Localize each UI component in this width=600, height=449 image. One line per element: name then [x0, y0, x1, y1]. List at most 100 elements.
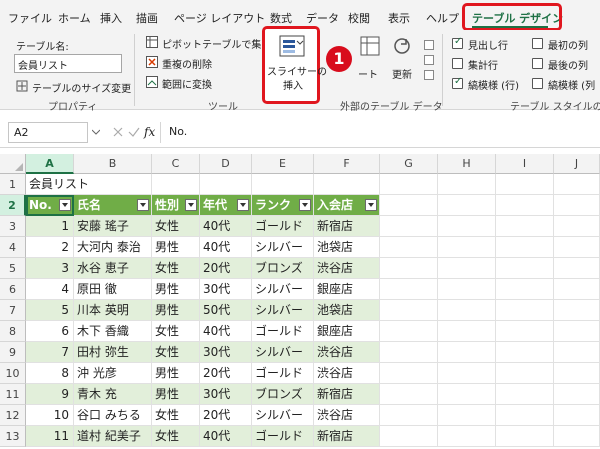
cell[interactable] [438, 237, 496, 258]
cell[interactable] [496, 216, 554, 237]
cell[interactable] [438, 195, 496, 216]
table-cell[interactable]: 水谷 恵子 [74, 258, 152, 279]
cell[interactable] [496, 279, 554, 300]
column-header-b[interactable]: B [74, 154, 152, 174]
table-cell[interactable]: ゴールド [252, 426, 314, 447]
row-header[interactable]: 6 [0, 279, 26, 300]
cell[interactable] [380, 300, 438, 321]
row-header[interactable]: 1 [0, 174, 26, 195]
cell[interactable] [496, 174, 554, 195]
cell[interactable] [438, 279, 496, 300]
row-header[interactable]: 7 [0, 300, 26, 321]
table-cell[interactable]: 男性 [152, 300, 200, 321]
table-cell[interactable]: 女性 [152, 321, 200, 342]
tab-view[interactable]: 表示 [388, 10, 410, 26]
table-cell[interactable]: 川本 英明 [74, 300, 152, 321]
filter-dropdown-icon[interactable] [185, 199, 197, 211]
cell[interactable] [554, 237, 600, 258]
tab-draw[interactable]: 描画 [136, 10, 158, 26]
row-header[interactable]: 3 [0, 216, 26, 237]
cell[interactable] [380, 258, 438, 279]
cell[interactable] [200, 174, 252, 195]
cell[interactable] [496, 300, 554, 321]
cell[interactable] [554, 405, 600, 426]
filter-dropdown-icon[interactable] [299, 199, 311, 211]
cell[interactable] [380, 279, 438, 300]
column-header-i[interactable]: I [496, 154, 554, 174]
table-cell[interactable]: 7 [26, 342, 74, 363]
table-cell[interactable]: 青木 充 [74, 384, 152, 405]
table-cell[interactable]: 2 [26, 237, 74, 258]
cell[interactable] [554, 300, 600, 321]
cell[interactable] [314, 174, 380, 195]
cell[interactable] [438, 363, 496, 384]
table-cell[interactable]: 40代 [200, 237, 252, 258]
select-all-button[interactable] [0, 154, 26, 174]
enter-icon[interactable] [128, 126, 140, 138]
tab-file[interactable]: ファイル [8, 10, 52, 26]
formula-input[interactable]: No. [160, 122, 600, 143]
row-header[interactable]: 2 [0, 195, 26, 216]
cell[interactable] [554, 279, 600, 300]
cell[interactable] [438, 405, 496, 426]
table-cell[interactable]: ゴールド [252, 216, 314, 237]
filter-dropdown-icon[interactable] [237, 199, 249, 211]
table-cell[interactable]: 30代 [200, 342, 252, 363]
last-column-checkbox[interactable] [532, 58, 543, 69]
table-cell[interactable]: シルバー [252, 237, 314, 258]
table-cell[interactable]: 安藤 瑤子 [74, 216, 152, 237]
table-cell[interactable]: ゴールド [252, 321, 314, 342]
tab-help[interactable]: ヘルプ [426, 10, 459, 26]
table-cell[interactable]: 40代 [200, 321, 252, 342]
cell[interactable] [554, 216, 600, 237]
table-cell[interactable]: 10 [26, 405, 74, 426]
table-cell[interactable]: 田村 弥生 [74, 342, 152, 363]
name-box-dropdown-icon[interactable] [91, 127, 101, 137]
column-header-j[interactable]: J [554, 154, 600, 174]
table-cell[interactable]: 20代 [200, 258, 252, 279]
remove-duplicates-button[interactable]: 重複の削除 [162, 56, 212, 71]
table-cell[interactable]: シルバー [252, 405, 314, 426]
cell[interactable] [438, 321, 496, 342]
column-header-f[interactable]: F [314, 154, 380, 174]
table-cell[interactable]: 20代 [200, 363, 252, 384]
sheet-title[interactable]: 会員リスト [26, 174, 152, 195]
table-cell[interactable]: 男性 [152, 363, 200, 384]
table-cell[interactable]: ブロンズ [252, 384, 314, 405]
cell[interactable] [554, 426, 600, 447]
name-box[interactable]: A2 [8, 122, 88, 143]
cell[interactable] [438, 216, 496, 237]
table-cell[interactable]: 1 [26, 216, 74, 237]
table-cell[interactable]: 3 [26, 258, 74, 279]
cell[interactable] [380, 195, 438, 216]
table-cell[interactable]: シルバー [252, 342, 314, 363]
cell[interactable] [554, 363, 600, 384]
column-header-c[interactable]: C [152, 154, 200, 174]
refresh-button[interactable]: 更新 [392, 66, 412, 81]
table-cell[interactable]: 40代 [200, 426, 252, 447]
table-cell[interactable]: 新宿店 [314, 216, 380, 237]
cell[interactable] [554, 195, 600, 216]
row-header[interactable]: 13 [0, 426, 26, 447]
table-cell[interactable]: 6 [26, 321, 74, 342]
cell[interactable] [496, 363, 554, 384]
filter-dropdown-icon[interactable] [137, 199, 149, 211]
convert-range-button[interactable]: 範囲に変換 [162, 76, 212, 91]
row-header[interactable]: 11 [0, 384, 26, 405]
tab-data[interactable]: データ [306, 10, 339, 26]
table-cell[interactable]: シルバー [252, 279, 314, 300]
table-cell[interactable]: 女性 [152, 405, 200, 426]
cell[interactable] [380, 405, 438, 426]
table-cell[interactable]: 銀座店 [314, 321, 380, 342]
tab-formulas[interactable]: 数式 [270, 10, 292, 26]
tab-page-layout[interactable]: ページ レイアウト [174, 10, 265, 26]
insert-slicer-button[interactable]: スライサーの 挿入 [262, 26, 327, 104]
cell[interactable] [380, 174, 438, 195]
table-cell[interactable]: 大河内 泰治 [74, 237, 152, 258]
table-cell[interactable]: 9 [26, 384, 74, 405]
banded-rows-checkbox[interactable] [452, 76, 463, 89]
table-cell[interactable]: 池袋店 [314, 237, 380, 258]
cell[interactable] [380, 363, 438, 384]
table-cell[interactable]: ゴールド [252, 363, 314, 384]
table-cell[interactable]: 池袋店 [314, 300, 380, 321]
